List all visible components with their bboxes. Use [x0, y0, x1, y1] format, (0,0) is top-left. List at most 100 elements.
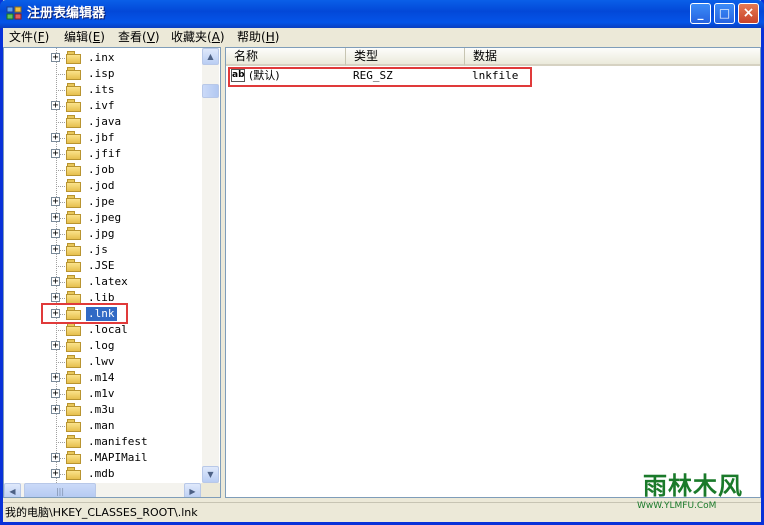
tree-item[interactable]: .local: [4, 322, 200, 338]
menu-bar: 文件(F) 编辑(E) 查看(V) 收藏夹(A) 帮助(H): [3, 28, 761, 47]
tree-item-label: .m14: [88, 371, 115, 384]
tree-horizontal-scroll-thumb[interactable]: |||: [24, 483, 96, 497]
menu-view-label: 查看: [118, 30, 143, 44]
folder-icon: [66, 179, 82, 192]
tree-vertical-scrollbar[interactable]: ▲ ▼: [202, 48, 219, 483]
tree-item[interactable]: .jod: [4, 178, 200, 194]
expand-plus-icon[interactable]: +: [51, 293, 60, 303]
expand-plus-icon[interactable]: +: [51, 405, 60, 415]
tree-item[interactable]: + .MAPIMail: [4, 450, 200, 466]
menu-favorites-accel: A: [211, 30, 220, 44]
tree-item[interactable]: + .ivf: [4, 98, 200, 114]
tree-item[interactable]: + .jbf: [4, 130, 200, 146]
tree-item[interactable]: + .inx: [4, 50, 200, 66]
tree-item-label: .its: [88, 83, 115, 96]
expand-plus-icon[interactable]: +: [51, 229, 60, 239]
expand-plus-icon[interactable]: +: [51, 101, 60, 111]
folder-icon: [66, 163, 82, 176]
scroll-right-arrow-icon[interactable]: ▶: [184, 483, 201, 497]
tree-item-label: .jpe: [88, 195, 115, 208]
maximize-button[interactable]: □: [714, 3, 735, 24]
tree-item[interactable]: + .js: [4, 242, 200, 258]
tree-item[interactable]: + .latex: [4, 274, 200, 290]
tree-branch-line: [56, 90, 65, 91]
tree-item[interactable]: .job: [4, 162, 200, 178]
tree-item[interactable]: + .m14: [4, 370, 200, 386]
tree-item[interactable]: + .jpg: [4, 226, 200, 242]
tree-item-label: .m3u: [88, 403, 115, 416]
minimize-button[interactable]: _: [690, 3, 711, 24]
tree-item-label: .man: [88, 419, 115, 432]
tree-item-label: .jpg: [88, 227, 115, 240]
tree-item[interactable]: + .m1v: [4, 386, 200, 402]
tree-item[interactable]: + .jfif: [4, 146, 200, 162]
tree-item[interactable]: + .jpeg: [4, 210, 200, 226]
expand-plus-icon[interactable]: +: [51, 373, 60, 383]
expand-plus-icon[interactable]: +: [51, 453, 60, 463]
tree-item[interactable]: + .jpe: [4, 194, 200, 210]
column-header-data[interactable]: 数据: [465, 48, 760, 66]
column-header-type[interactable]: 类型: [346, 48, 465, 66]
expand-plus-icon[interactable]: +: [51, 149, 60, 159]
menu-edit-accel: E: [92, 30, 101, 44]
expand-plus-icon[interactable]: +: [51, 341, 60, 351]
tree-item[interactable]: .its: [4, 82, 200, 98]
menu-help[interactable]: 帮助(H): [237, 30, 279, 45]
title-bar[interactable]: 注册表编辑器 _ □ ×: [0, 0, 764, 28]
folder-icon: [66, 451, 82, 464]
menu-file[interactable]: 文件(F): [9, 30, 49, 45]
expand-plus-icon[interactable]: +: [51, 469, 60, 479]
expand-plus-icon[interactable]: +: [51, 213, 60, 223]
folder-icon: [66, 387, 82, 400]
expand-plus-icon[interactable]: +: [51, 133, 60, 143]
menu-edit[interactable]: 编辑(E): [64, 30, 105, 45]
expand-plus-icon[interactable]: +: [51, 197, 60, 207]
tree-item[interactable]: .manifest: [4, 434, 200, 450]
expand-plus-icon[interactable]: +: [51, 53, 60, 63]
tree-vertical-scroll-thumb[interactable]: [202, 84, 219, 98]
menu-favorites[interactable]: 收藏夹(A): [171, 30, 225, 45]
tree-item[interactable]: .man: [4, 418, 200, 434]
tree-branch-line: [56, 186, 65, 187]
folder-icon: [66, 243, 82, 256]
scroll-up-arrow-icon[interactable]: ▲: [202, 48, 219, 65]
tree-branch-line: [56, 170, 65, 171]
tree-item-label: .MAPIMail: [88, 451, 148, 464]
folder-icon: [66, 419, 82, 432]
tree-branch-line: [56, 426, 65, 427]
tree-horizontal-scrollbar[interactable]: ◀ ||| ▶: [4, 483, 220, 497]
column-header-name[interactable]: 名称: [226, 48, 346, 66]
tree-item[interactable]: + .mdb: [4, 466, 200, 482]
tree-item-label: .lwv: [88, 355, 115, 368]
scroll-left-arrow-icon[interactable]: ◀: [4, 483, 21, 497]
folder-icon: [66, 99, 82, 112]
scroll-down-arrow-icon[interactable]: ▼: [202, 466, 219, 483]
tree-item-label: .jfif: [88, 147, 122, 160]
tree-item[interactable]: .JSE: [4, 258, 200, 274]
folder-icon: [66, 195, 82, 208]
tree-item[interactable]: + .m3u: [4, 402, 200, 418]
folder-icon: [66, 131, 82, 144]
menu-file-accel: F: [37, 30, 45, 44]
tree-item[interactable]: .lwv: [4, 354, 200, 370]
tree-item[interactable]: + .log: [4, 338, 200, 354]
tree-item[interactable]: .java: [4, 114, 200, 130]
tree-item-label: .jbf: [88, 131, 115, 144]
folder-icon: [66, 403, 82, 416]
expand-plus-icon[interactable]: +: [51, 245, 60, 255]
close-button[interactable]: ×: [738, 3, 759, 24]
expand-plus-icon[interactable]: +: [51, 389, 60, 399]
tree-item-label: .mdb: [88, 467, 115, 480]
folder-icon: [66, 339, 82, 352]
tree-branch-line: [56, 266, 65, 267]
values-list-pane[interactable]: 名称 类型 数据 ab (默认) REG_SZ lnkfile: [225, 47, 761, 498]
expand-plus-icon[interactable]: +: [51, 277, 60, 287]
key-tree-pane[interactable]: + .inx .isp .its + .ivf .java + .jbf + .jfif .job .j…: [3, 47, 221, 498]
regedit-window: 注册表编辑器 _ □ × 文件(F) 编辑(E) 查看(V) 收藏夹(A) 帮助…: [0, 0, 764, 525]
menu-view[interactable]: 查看(V): [118, 30, 160, 45]
tree-item-label: .java: [88, 115, 122, 128]
tree-branch-line: [56, 74, 65, 75]
tree-item[interactable]: .isp: [4, 66, 200, 82]
tree-item-label: .m1v: [88, 387, 115, 400]
folder-icon: [66, 467, 82, 480]
